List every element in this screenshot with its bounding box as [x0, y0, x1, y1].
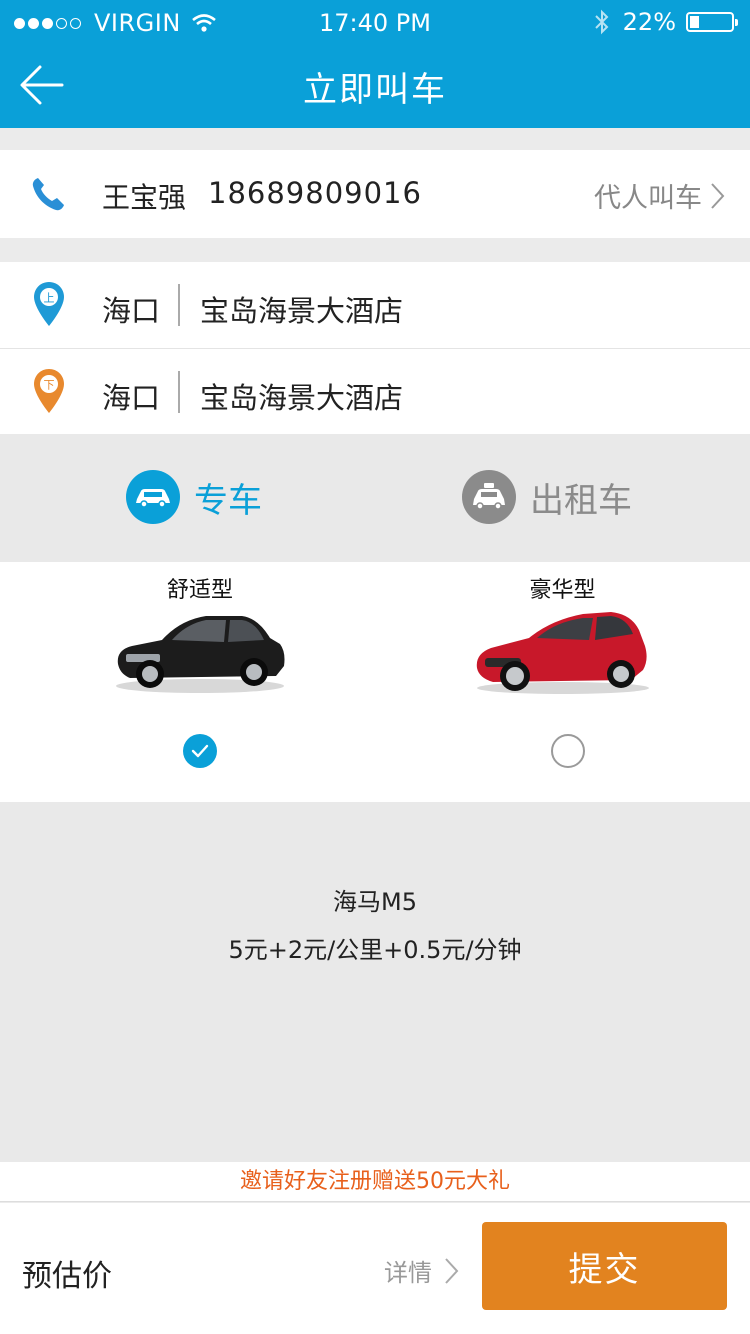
dropoff-city: 海口: [102, 381, 161, 415]
status-bar-right: 22%: [593, 8, 738, 36]
pickup-city: 海口: [102, 294, 161, 328]
red-coupe-image: [476, 612, 649, 694]
app-header: VIRGIN 17:40 PM 22% 立即叫车: [0, 0, 750, 128]
selected-check-icon[interactable]: [183, 734, 217, 768]
promo-banner[interactable]: 邀请好友注册赠送50元大礼: [0, 1162, 750, 1202]
divider: [178, 284, 180, 326]
battery-percent: 22%: [622, 8, 676, 36]
dropoff-badge: 下: [44, 379, 55, 392]
unselected-radio-icon[interactable]: [551, 734, 585, 768]
dropoff-pin-icon: 下: [34, 369, 64, 413]
page-title: 立即叫车: [303, 70, 447, 110]
car-icon: [126, 470, 180, 524]
car-class-list: 舒适型 豪华型: [0, 562, 750, 802]
details-label: 详情: [384, 1259, 432, 1287]
chevron-right-icon: [445, 1257, 459, 1284]
car-model: 海马M5: [333, 888, 417, 916]
dropoff-row[interactable]: 下 海口 宝岛海景大酒店: [0, 348, 750, 434]
dropoff-place: 宝岛海景大酒店: [200, 381, 404, 415]
car-class-luxury[interactable]: 豪华型: [375, 562, 750, 802]
status-bar: VIRGIN 17:40 PM 22%: [0, 0, 750, 44]
car-class-label: 豪华型: [529, 578, 596, 603]
pickup-place: 宝岛海景大酒店: [200, 294, 404, 328]
car-info-panel: 海马M5 5元+2元/公里+0.5元/分钟: [0, 802, 750, 1162]
car-type-bar: 专车 出租车: [0, 434, 750, 562]
bottom-bar: 预估价 详情 提交: [0, 1203, 750, 1334]
taxi-icon: [462, 470, 516, 524]
chevron-right-icon: [711, 182, 725, 209]
proxy-call-button[interactable]: 代人叫车: [594, 176, 726, 215]
divider: [178, 371, 180, 413]
black-sedan-image: [116, 616, 285, 693]
phone-icon: [32, 178, 64, 211]
car-class-comfort[interactable]: 舒适型: [0, 562, 375, 802]
submit-button[interactable]: 提交: [482, 1222, 727, 1310]
proxy-call-label: 代人叫车: [594, 183, 702, 214]
estimate-label: 预估价: [22, 1259, 112, 1294]
fare-rule: 5元+2元/公里+0.5元/分钟: [228, 936, 522, 964]
tab-taxi-label: 出租车: [530, 480, 632, 521]
passenger-phone: 18689809016: [208, 176, 422, 210]
details-button[interactable]: 详情: [384, 1253, 460, 1288]
contact-row[interactable]: 王宝强 18689809016 代人叫车: [0, 150, 750, 238]
bluetooth-icon: [594, 9, 609, 35]
car-class-label: 舒适型: [166, 578, 233, 603]
passenger-name: 王宝强: [102, 181, 187, 214]
tab-taxi[interactable]: 出租车: [462, 470, 632, 524]
battery-icon: [686, 12, 738, 32]
pickup-row[interactable]: 上 海口 宝岛海景大酒店: [0, 262, 750, 348]
tab-premium-car-label: 专车: [194, 480, 262, 521]
tab-premium-car[interactable]: 专车: [126, 470, 262, 524]
pickup-pin-icon: 上: [34, 282, 64, 326]
pickup-badge: 上: [44, 292, 55, 305]
